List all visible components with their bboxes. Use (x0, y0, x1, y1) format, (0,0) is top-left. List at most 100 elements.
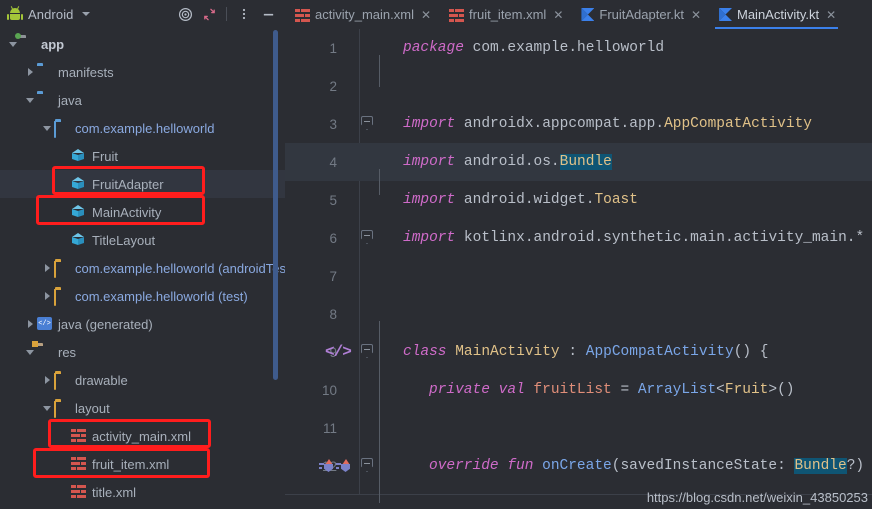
sidebar-scrollbar[interactable] (273, 30, 278, 380)
code-text: import android.widget.Toast (379, 192, 638, 208)
code-token: androidx.appcompat.app. (463, 116, 665, 132)
code-line[interactable]: 11 (285, 409, 872, 447)
gutter-markers[interactable] (319, 447, 379, 485)
tree-item-fruit[interactable]: Fruit (0, 142, 285, 170)
tab-close-icon[interactable]: ✕ (421, 9, 431, 21)
chevron-right-icon[interactable] (23, 58, 37, 86)
gutter-markers[interactable] (343, 257, 379, 295)
collapse-all-icon[interactable] (198, 3, 220, 25)
code-line[interactable]: 4 import android.os.Bundle (285, 143, 872, 181)
tree-item-app[interactable]: app (0, 30, 285, 58)
tree-item-com-example-helloworld[interactable]: com.example.helloworld (0, 114, 285, 142)
override-marker-icon[interactable] (336, 459, 353, 473)
code-line[interactable]: 7 (285, 257, 872, 295)
tree-item-label: app (41, 36, 65, 52)
project-tree[interactable]: app manifests java com.example.helloworld Fr… (0, 28, 285, 509)
gutter-markers[interactable] (343, 105, 379, 143)
code-token: Toast (594, 192, 638, 208)
code-text: class MainActivity : AppCompatActivity()… (379, 344, 769, 360)
chevron-right-icon[interactable] (23, 310, 37, 338)
code-token: class (403, 344, 456, 360)
watermark-text: https://blog.csdn.net/weixin_43850253 (646, 490, 868, 505)
gutter-markers[interactable] (343, 409, 379, 447)
code-fold-icon[interactable] (361, 116, 373, 130)
line-number: 5 (329, 192, 337, 208)
chevron-down-icon[interactable] (40, 114, 54, 142)
code-token: Bundle (559, 154, 612, 170)
code-line[interactable]: 6 import kotlinx.android.synthetic.main.a… (285, 219, 872, 257)
override-marker-icon[interactable] (319, 459, 336, 473)
chevron-down-icon[interactable] (81, 12, 90, 16)
fold-connector-line (379, 321, 380, 503)
tree-item-res[interactable]: res (0, 338, 285, 366)
editor-tab-mainactivity-kt[interactable]: MainActivity.kt ✕ (709, 0, 844, 29)
tree-item-com-example-helloworld-test[interactable]: com.example.helloworld (test) (0, 282, 285, 310)
tree-item-titlelayout[interactable]: TitleLayout (0, 226, 285, 254)
code-token: android.widget. (463, 192, 595, 208)
code-line[interactable]: 8 (285, 295, 872, 333)
tab-label: fruit_item.xml (469, 7, 547, 22)
tree-item-layout[interactable]: layout (0, 394, 285, 422)
editor-tab-fruit-item-xml[interactable]: fruit_item.xml ✕ (439, 0, 571, 29)
code-area[interactable]: 1 package com.example.helloworld 2 3 import … (285, 29, 872, 509)
fold-connector-line (379, 55, 380, 87)
chevron-right-icon[interactable] (40, 282, 54, 310)
line-number: 4 (329, 154, 337, 170)
chevron-down-icon[interactable] (40, 394, 54, 422)
tree-item-java-generated[interactable]: </> java (generated) (0, 310, 285, 338)
tree-item-mainactivity[interactable]: MainActivity (0, 198, 285, 226)
editor-tab-fruitadapter-kt[interactable]: FruitAdapter.kt ✕ (571, 0, 709, 29)
gutter-markers[interactable] (343, 67, 379, 105)
code-line[interactable]: 9 </> class MainActivity : AppCompatActivi… (285, 333, 872, 371)
chevron-down-icon[interactable] (23, 86, 37, 114)
tree-item-label: res (58, 344, 77, 360)
code-brackets-icon[interactable]: </> (325, 343, 352, 361)
locate-target-icon[interactable] (174, 3, 196, 25)
code-text: private val fruitList = ArrayList<Fruit>… (379, 382, 795, 398)
tree-item-drawable[interactable]: drawable (0, 366, 285, 394)
tab-close-icon[interactable]: ✕ (691, 9, 701, 21)
tab-close-icon[interactable]: ✕ (553, 9, 563, 21)
tree-item-title-xml[interactable]: title.xml (0, 478, 285, 506)
tree-item-com-example-helloworld-androidtest[interactable]: com.example.helloworld (androidTest) (0, 254, 285, 282)
editor-tab-activity-main-xml[interactable]: activity_main.xml ✕ (285, 0, 439, 29)
gutter-markers[interactable] (343, 295, 379, 333)
code-editor-panel: activity_main.xml ✕ fruit_item.xml ✕ FruitAd… (285, 0, 872, 509)
tree-item-label: TitleLayout (92, 232, 156, 248)
tree-item-manifests[interactable]: manifests (0, 58, 285, 86)
tree-item-label: layout (75, 400, 110, 416)
code-fold-icon[interactable] (361, 458, 373, 472)
hide-panel-icon[interactable] (257, 3, 279, 25)
line-number: 1 (329, 40, 337, 56)
gutter-markers[interactable] (343, 29, 379, 67)
code-lines[interactable]: 1 package com.example.helloworld 2 3 import … (285, 29, 872, 485)
code-line[interactable]: 1 package com.example.helloworld (285, 29, 872, 67)
gutter-markers[interactable] (343, 219, 379, 257)
tree-item-java[interactable]: java (0, 86, 285, 114)
code-token: MainActivity (455, 344, 569, 360)
sidebar-title-group[interactable]: Android (7, 6, 90, 22)
code-fold-icon[interactable] (361, 230, 373, 244)
gutter-markers[interactable]: </> (325, 333, 379, 371)
fold-connector-line (379, 169, 380, 195)
more-options-icon[interactable] (233, 3, 255, 25)
code-token: import (403, 154, 464, 170)
code-line[interactable]: 2 (285, 67, 872, 105)
code-line[interactable]: 5 import android.widget.Toast (285, 181, 872, 219)
tree-item-activity-main-xml[interactable]: activity_main.xml (0, 422, 285, 450)
gutter-markers[interactable] (343, 181, 379, 219)
line-number: 3 (329, 116, 337, 132)
tree-item-fruit-item-xml[interactable]: fruit_item.xml (0, 450, 285, 478)
code-token: AppCompatActivity (664, 116, 812, 132)
code-line[interactable]: 10 private val fruitList = ArrayList<Frui… (285, 371, 872, 409)
tab-close-icon[interactable]: ✕ (826, 9, 836, 21)
chevron-right-icon[interactable] (40, 254, 54, 282)
gutter-markers[interactable] (343, 371, 379, 409)
chevron-right-icon[interactable] (40, 366, 54, 394)
gutter-markers[interactable] (343, 143, 379, 181)
code-line[interactable]: 3 import androidx.appcompat.app.AppCompat… (285, 105, 872, 143)
code-fold-icon[interactable] (361, 344, 373, 358)
code-line[interactable]: 12override fun onCreate(savedInstanceSta… (285, 447, 872, 485)
tree-item-fruitadapter[interactable]: FruitAdapter (0, 170, 285, 198)
